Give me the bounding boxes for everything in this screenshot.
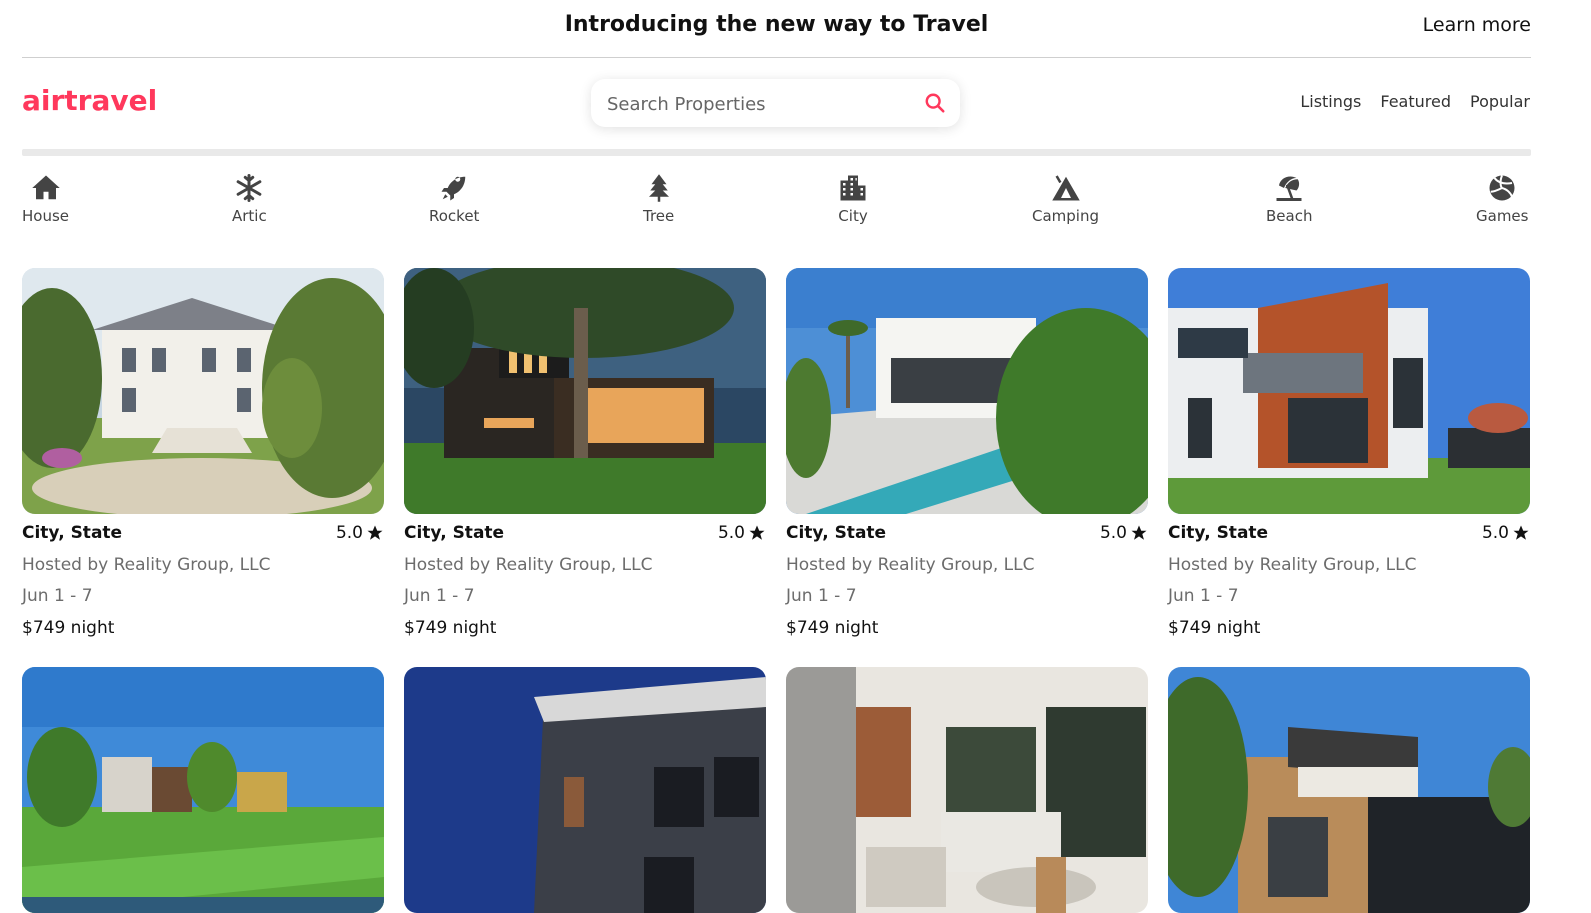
listing-rating: 5.0 <box>1100 523 1148 543</box>
listing-card[interactable] <box>404 667 766 913</box>
category-label: Artic <box>232 207 267 225</box>
rating-value: 5.0 <box>1481 523 1509 543</box>
listing-host: Hosted by Reality Group, LLC <box>1168 555 1417 575</box>
listing-location: City, State <box>22 523 123 543</box>
search-icon[interactable] <box>924 92 946 114</box>
listing-rating: 5.0 <box>718 523 766 543</box>
listing-card[interactable] <box>22 667 384 913</box>
listing-photo[interactable] <box>404 667 766 913</box>
listing-dates: Jun 1 - 7 <box>404 586 475 606</box>
category-beach[interactable]: Beach <box>1266 173 1312 225</box>
city-icon <box>840 175 866 201</box>
tree-icon <box>648 174 669 202</box>
listing-card[interactable]: City, State 5.0 Hosted by Reality Group,… <box>22 268 384 638</box>
listing-photo[interactable] <box>786 667 1148 913</box>
category-label: City <box>838 207 868 225</box>
category-label: Tree <box>643 207 675 225</box>
star-icon <box>1131 525 1147 540</box>
volleyball-icon <box>1489 175 1515 201</box>
listing-location: City, State <box>404 523 505 543</box>
star-icon <box>749 525 765 540</box>
learn-more-link[interactable]: Learn more <box>1423 14 1531 36</box>
listing-card[interactable] <box>786 667 1148 913</box>
category-tree[interactable]: Tree <box>643 173 674 225</box>
listing-photo[interactable] <box>786 268 1148 514</box>
listing-host: Hosted by Reality Group, LLC <box>786 555 1035 575</box>
rocket-icon <box>441 176 466 201</box>
header-divider <box>22 149 1531 156</box>
rating-value: 5.0 <box>335 523 363 543</box>
category-label: Beach <box>1266 207 1313 225</box>
listing-price: $749 night <box>786 618 879 638</box>
listing-photo[interactable] <box>1168 667 1530 913</box>
listing-photo[interactable] <box>22 667 384 913</box>
nav-featured[interactable]: Featured <box>1380 92 1451 111</box>
star-icon <box>367 525 383 540</box>
listing-dates: Jun 1 - 7 <box>1168 586 1239 606</box>
listing-card[interactable]: City, State 5.0 Hosted by Reality Group,… <box>786 268 1148 638</box>
listing-dates: Jun 1 - 7 <box>786 586 857 606</box>
listing-rating: 5.0 <box>1482 523 1530 543</box>
listing-photo[interactable] <box>404 268 766 514</box>
star-icon <box>1513 525 1529 540</box>
umbrella-beach-icon <box>1276 176 1302 201</box>
listing-dates: Jun 1 - 7 <box>22 586 93 606</box>
logo[interactable]: airtravel <box>22 84 157 117</box>
listing-card[interactable]: City, State 5.0 Hosted by Reality Group,… <box>404 268 766 638</box>
nav-popular[interactable]: Popular <box>1470 92 1530 111</box>
listing-price: $749 night <box>1168 618 1261 638</box>
listing-photo[interactable] <box>22 268 384 514</box>
listing-location: City, State <box>786 523 887 543</box>
announcement-title: Introducing the new way to Travel <box>564 12 989 37</box>
snowflake-icon <box>236 174 262 202</box>
rating-value: 5.0 <box>717 523 745 543</box>
announcement-bar: Introducing the new way to Travel Learn … <box>22 0 1531 58</box>
category-label: House <box>22 207 70 225</box>
listing-host: Hosted by Reality Group, LLC <box>404 555 653 575</box>
listing-card[interactable] <box>1168 667 1530 913</box>
category-label: Rocket <box>429 207 480 225</box>
search-input[interactable] <box>605 88 909 120</box>
listing-rating: 5.0 <box>336 523 384 543</box>
category-rocket[interactable]: Rocket <box>429 173 479 225</box>
rating-value: 5.0 <box>1099 523 1127 543</box>
category-camping[interactable]: Camping <box>1032 173 1099 225</box>
search-bar <box>591 79 960 127</box>
listing-location: City, State <box>1168 523 1269 543</box>
listing-card[interactable]: City, State 5.0 Hosted by Reality Group,… <box>1168 268 1530 638</box>
category-label: Camping <box>1032 207 1099 225</box>
listing-price: $749 night <box>404 618 497 638</box>
tent-icon <box>1051 175 1080 201</box>
page: Introducing the new way to Travel Learn … <box>0 0 1591 913</box>
category-label: Games <box>1476 207 1529 225</box>
category-city[interactable]: City <box>838 173 868 225</box>
category-house[interactable]: House <box>22 173 69 225</box>
listing-host: Hosted by Reality Group, LLC <box>22 555 271 575</box>
category-games[interactable]: Games <box>1476 173 1528 225</box>
listing-price: $749 night <box>22 618 115 638</box>
house-icon <box>31 175 60 200</box>
category-artic[interactable]: Artic <box>232 173 267 225</box>
top-nav: Listings Featured Popular <box>1300 92 1530 111</box>
nav-listings[interactable]: Listings <box>1300 92 1361 111</box>
listing-photo[interactable] <box>1168 268 1530 514</box>
